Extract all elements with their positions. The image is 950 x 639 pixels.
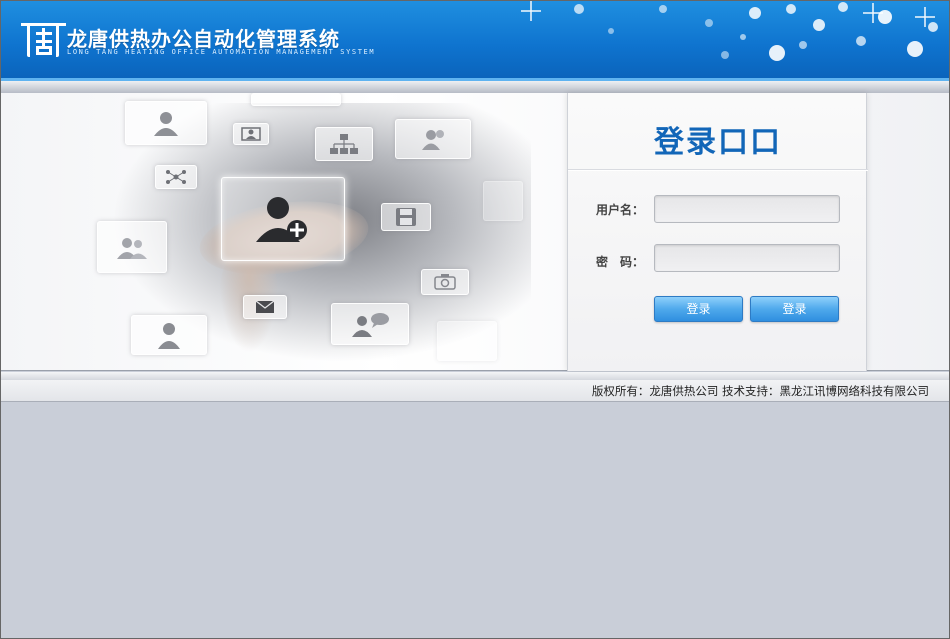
page-background <box>1 403 949 638</box>
username-label: 用户名： <box>596 203 645 217</box>
tile-top <box>251 93 341 106</box>
header-separator <box>1 81 949 93</box>
mail-icon <box>243 295 287 319</box>
system-subtitle: LONG TANG HEATING OFFICE AUTOMATION MANA… <box>67 48 376 56</box>
save-icon <box>381 203 431 231</box>
org-chart-icon <box>315 127 373 161</box>
copyright-text: 版权所有：龙唐供热公司 技术支持：黑龙江讯博网络科技有限公司 <box>591 384 929 398</box>
tang-logo-icon <box>21 23 66 57</box>
username-input[interactable] <box>654 195 840 223</box>
footer-bar: 版权所有：龙唐供热公司 技术支持：黑龙江讯博网络科技有限公司 <box>1 380 949 402</box>
login-divider <box>568 169 868 170</box>
hero-illustration <box>1 93 565 371</box>
faint-icon-tile <box>483 181 523 221</box>
header-banner: 龙唐供热办公自动化管理系统 LONG TANG HEATING OFFICE A… <box>1 1 949 81</box>
chat-user-icon <box>331 303 409 345</box>
main-band: 登录口口 用户名： 密 码： 登录 登录 <box>1 93 949 371</box>
person-icon <box>131 315 207 355</box>
contact-icon <box>395 119 471 159</box>
group-icon <box>97 221 167 273</box>
password-input[interactable] <box>654 244 840 272</box>
login-title: 登录口口 <box>654 125 782 160</box>
login-button[interactable]: 登录 <box>654 296 743 322</box>
password-label: 密 码： <box>596 255 645 269</box>
faint-icon-tile <box>437 321 497 361</box>
second-login-button[interactable]: 登录 <box>750 296 839 322</box>
id-card-icon <box>233 123 269 145</box>
add-user-icon <box>221 177 345 261</box>
camera-icon <box>421 269 469 295</box>
network-icon <box>155 165 197 189</box>
login-panel: 登录口口 用户名： 密 码： 登录 登录 <box>567 93 868 371</box>
footer-separator <box>1 372 949 380</box>
user-icon <box>125 101 207 145</box>
